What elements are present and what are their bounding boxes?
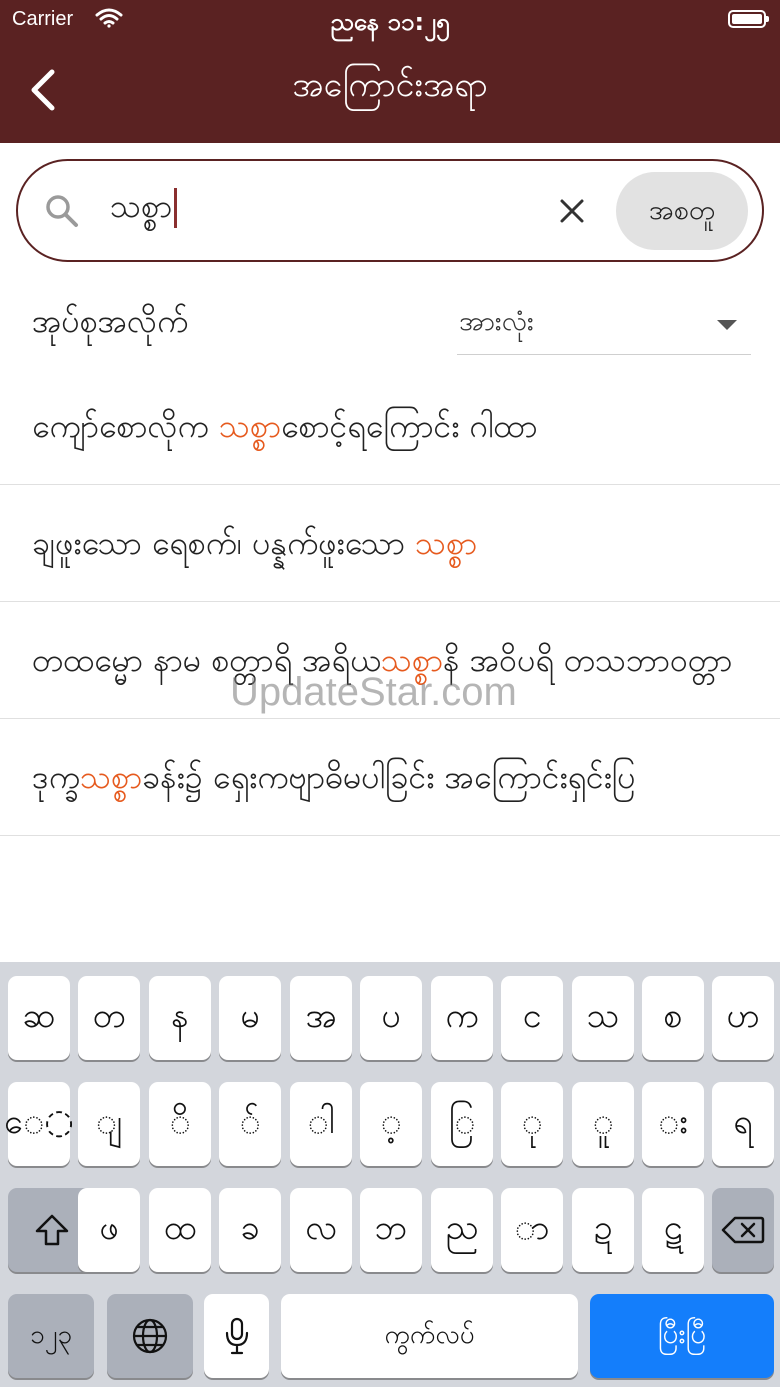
- text-cursor: [174, 188, 178, 228]
- key[interactable]: မ: [219, 976, 281, 1060]
- key[interactable]: ခ: [219, 1188, 281, 1272]
- key[interactable]: ◌ာ: [501, 1188, 563, 1272]
- battery-icon: [728, 10, 769, 28]
- key[interactable]: ထ: [149, 1188, 211, 1272]
- key[interactable]: ဟ: [712, 976, 774, 1060]
- key[interactable]: ဋ: [642, 1188, 704, 1272]
- top-bar: Carrier ညနေ ၁၁:၂၅ အကြောင်းအရာ: [0, 0, 780, 143]
- search-bar: သစ္စာ အစတူ: [16, 159, 764, 262]
- key[interactable]: ေ◌: [4, 1082, 74, 1166]
- list-item[interactable]: ကျော်စောလိုက သစ္စာစောင့်ရကြောင်း ဂါထာ: [0, 368, 780, 485]
- microphone-icon: [225, 1317, 248, 1355]
- key[interactable]: င: [501, 976, 563, 1060]
- backspace-icon: [721, 1216, 765, 1244]
- clear-button[interactable]: [554, 193, 590, 233]
- search-input[interactable]: သစ္စာ: [110, 185, 178, 233]
- key[interactable]: အ: [290, 976, 352, 1060]
- caret-down-icon: [717, 320, 737, 330]
- status-time: ညနေ ၁၁:၂၅: [330, 8, 450, 36]
- key[interactable]: ဖ: [78, 1188, 140, 1272]
- key[interactable]: ဍ: [572, 1188, 634, 1272]
- key[interactable]: ◌ြ: [431, 1082, 493, 1166]
- key[interactable]: ◌့: [360, 1082, 422, 1166]
- filter-label: အုပ်စုအလိုက်: [32, 302, 189, 340]
- category-dropdown[interactable]: အားလုံး: [457, 296, 751, 355]
- numbers-key[interactable]: ၁၂၃: [8, 1294, 94, 1378]
- key[interactable]: တ: [78, 976, 140, 1060]
- keyboard: ဆ တ န မ အ ပ က င သ စ ဟ ေ◌ ◌ျ ◌ိ ◌် ◌ါ ◌့ …: [0, 962, 780, 1387]
- key[interactable]: ◌ူ: [572, 1082, 634, 1166]
- search-icon: [44, 193, 80, 233]
- key[interactable]: က: [431, 976, 493, 1060]
- key[interactable]: ရ: [712, 1082, 774, 1166]
- key[interactable]: ◌ိ: [149, 1082, 211, 1166]
- return-key[interactable]: ပြီးပြီ: [590, 1294, 774, 1378]
- watermark: UpdateStar.com: [230, 670, 517, 714]
- list-item[interactable]: ဒုက္ခသစ္စာခန်း၌ ရှေးကဗျာဓိမပါခြင်း အကြော…: [0, 719, 780, 836]
- page-title: အကြောင်းအရာ: [292, 65, 488, 105]
- close-icon: [560, 199, 584, 223]
- globe-icon: [132, 1318, 168, 1354]
- key[interactable]: စ: [642, 976, 704, 1060]
- key[interactable]: လ: [290, 1188, 352, 1272]
- results-list: ကျော်စောလိုက သစ္စာစောင့်ရကြောင်း ဂါထာ ချ…: [0, 368, 780, 836]
- space-key[interactable]: ကွက်လပ်: [281, 1294, 578, 1378]
- globe-key[interactable]: [107, 1294, 193, 1378]
- shift-icon: [35, 1214, 69, 1246]
- key[interactable]: ◌း: [642, 1082, 704, 1166]
- key[interactable]: န: [149, 976, 211, 1060]
- list-item[interactable]: ချဖူးသော ရေစက်၊ ပန္နက်ဖူးသော သစ္စာ: [0, 485, 780, 602]
- microphone-key[interactable]: [204, 1294, 269, 1378]
- key[interactable]: ဘ: [360, 1188, 422, 1272]
- prefix-search-button[interactable]: အစတူ: [616, 172, 748, 250]
- key[interactable]: ◌ျ: [78, 1082, 140, 1166]
- backspace-key[interactable]: [712, 1188, 774, 1272]
- key[interactable]: ဆ: [8, 976, 70, 1060]
- dropdown-selected: အားလုံး: [459, 306, 534, 337]
- key[interactable]: ပ: [360, 976, 422, 1060]
- key[interactable]: သ: [572, 976, 634, 1060]
- key[interactable]: ည: [431, 1188, 493, 1272]
- key[interactable]: ◌ု: [501, 1082, 563, 1166]
- key[interactable]: ◌ါ: [290, 1082, 352, 1166]
- status-bar: Carrier ညနေ ၁၁:၂၅: [0, 0, 780, 40]
- key[interactable]: ◌်: [219, 1082, 281, 1166]
